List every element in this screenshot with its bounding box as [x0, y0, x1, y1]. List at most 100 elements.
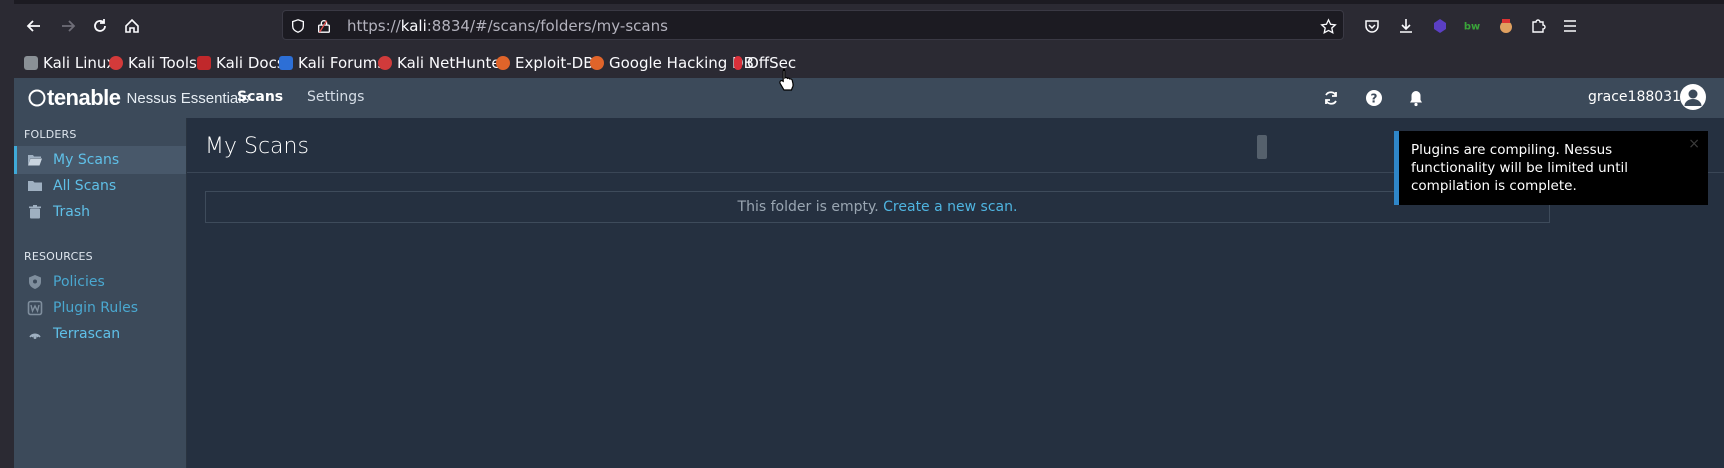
extension-green-button[interactable]: bw: [1456, 10, 1488, 42]
bookmark-exploit-db[interactable]: Exploit-DB: [496, 52, 594, 74]
bookmarks-toolbar: Kali Linux Kali Tools Kali Docs Kali For…: [14, 48, 1724, 78]
create-new-scan-link[interactable]: Create a new scan.: [883, 199, 1017, 215]
svg-text:?: ?: [1371, 92, 1378, 106]
resources-heading: RESOURCES: [24, 250, 93, 263]
toast-close-icon[interactable]: ×: [1688, 135, 1700, 153]
app-menu-button[interactable]: [1554, 10, 1586, 42]
back-button[interactable]: [18, 10, 50, 42]
sidebar-item-label: Plugin Rules: [53, 300, 139, 316]
kali-forums-icon: [279, 56, 293, 70]
nethunter-icon: [378, 56, 392, 70]
sidebar-item-plugin-rules[interactable]: Plugin Rules: [14, 294, 186, 322]
sidebar-item-policies[interactable]: Policies: [14, 268, 186, 296]
tenable-logo[interactable]: tenable Nessus Essentials: [28, 85, 250, 110]
url-scheme: https://: [347, 17, 401, 35]
folders-heading: FOLDERS: [24, 128, 77, 141]
home-icon: [125, 18, 139, 33]
nav-settings[interactable]: Settings: [307, 89, 364, 105]
refresh-icon[interactable]: [1321, 88, 1341, 108]
download-icon: [1400, 19, 1412, 33]
plugin-rules-icon: [27, 300, 43, 316]
svg-text:bw: bw: [1464, 22, 1480, 33]
offsec-icon: [734, 56, 742, 70]
bookmark-kali-linux[interactable]: Kali Linux: [24, 52, 115, 74]
home-button[interactable]: [116, 10, 148, 42]
bookmark-kali-tools[interactable]: Kali Tools: [109, 52, 197, 74]
bookmark-star-icon[interactable]: [1319, 17, 1337, 35]
forward-button[interactable]: [52, 10, 84, 42]
bookmark-label: Kali Docs: [216, 54, 285, 72]
help-icon[interactable]: ?: [1364, 88, 1384, 108]
puzzle-icon: [1532, 19, 1546, 33]
empty-folder-message: This folder is empty. Create a new scan.: [205, 191, 1550, 223]
url-path: :8834/#/scans/folders/my-scans: [426, 17, 668, 35]
sidebar-item-label: Terrascan: [53, 326, 121, 342]
browser-navbar: https://kali:8834/#/scans/folders/my-sca…: [14, 4, 1724, 48]
pocket-button[interactable]: [1356, 10, 1388, 42]
sidebar-item-trash[interactable]: Trash: [14, 198, 186, 226]
shield-icon: [27, 274, 43, 290]
hamburger-menu-icon: [1564, 20, 1576, 32]
cookie-extension-icon: [1500, 19, 1512, 33]
plugin-compiling-toast: Plugins are compiling. Nessus functional…: [1394, 131, 1708, 205]
bookmark-kali-forums[interactable]: Kali Forums: [279, 52, 385, 74]
notifications-bell-icon[interactable]: [1406, 88, 1426, 108]
folder-icon: [27, 178, 43, 194]
sidebar-item-all-scans[interactable]: All Scans: [14, 172, 186, 200]
exploit-db-icon: [496, 56, 510, 70]
bookmark-label: Kali Linux: [43, 54, 116, 72]
address-bar[interactable]: https://kali:8834/#/scans/folders/my-sca…: [282, 10, 1344, 40]
hand-pointer-cursor-icon: [779, 68, 794, 91]
left-window-edge: [0, 0, 15, 468]
extension-purple-button[interactable]: [1424, 10, 1456, 42]
pocket-icon: [1365, 20, 1379, 33]
url-host: kali: [400, 17, 427, 35]
bookmark-kali-docs[interactable]: Kali Docs: [197, 52, 285, 74]
new-scan-button-partial[interactable]: [1257, 135, 1267, 159]
green-bw-extension-icon: bw: [1464, 22, 1480, 33]
empty-folder-text: This folder is empty.: [737, 199, 879, 215]
sidebar: FOLDERS My Scans All Scans Trash RESOURC…: [14, 118, 187, 468]
bookmark-label: Exploit-DB: [515, 54, 594, 72]
kali-docs-icon: [197, 56, 211, 70]
bookmark-label: Kali Tools: [128, 54, 197, 72]
brand-name: tenable: [47, 85, 121, 110]
sidebar-item-terrascan[interactable]: Terrascan: [14, 320, 186, 348]
downloads-button[interactable]: [1390, 10, 1422, 42]
browser-chrome: https://kali:8834/#/scans/folders/my-sca…: [14, 0, 1724, 78]
sidebar-item-label: Policies: [53, 274, 105, 290]
username[interactable]: grace188031: [1588, 89, 1681, 105]
trash-icon: [27, 204, 43, 220]
arrow-left-icon: [26, 20, 40, 32]
reload-button[interactable]: [84, 10, 116, 42]
app-top-nav: tenable Nessus Essentials Scans Settings…: [14, 78, 1724, 118]
bookmark-label: Kali Forums: [298, 54, 386, 72]
extensions-button[interactable]: [1522, 10, 1554, 42]
sidebar-item-label: Trash: [53, 204, 90, 220]
bookmark-label: Kali NetHunter: [397, 54, 507, 72]
nav-scans[interactable]: Scans: [237, 89, 283, 105]
sidebar-item-label: All Scans: [53, 178, 117, 194]
ghdb-icon: [590, 56, 604, 70]
page-title: My Scans: [205, 134, 309, 159]
url-text: https://kali:8834/#/scans/folders/my-sca…: [347, 17, 668, 35]
reload-icon: [94, 19, 106, 32]
kali-tools-icon: [109, 56, 123, 70]
arrow-right-icon: [62, 20, 76, 32]
bookmark-label: Google Hacking DB: [609, 54, 754, 72]
folder-open-icon: [27, 152, 43, 168]
purple-cube-extension-icon: [1434, 19, 1446, 33]
sidebar-item-my-scans[interactable]: My Scans: [14, 146, 186, 174]
user-avatar-icon[interactable]: [1680, 84, 1706, 110]
bookmark-kali-nethunter[interactable]: Kali NetHunter: [378, 52, 507, 74]
terrascan-icon: [27, 326, 43, 342]
lock-icon[interactable]: [315, 17, 333, 35]
toast-message: Plugins are compiling. Nessus functional…: [1411, 142, 1629, 194]
tracking-shield-icon[interactable]: [289, 17, 307, 35]
extension-cookie-button[interactable]: [1490, 10, 1522, 42]
sidebar-item-label: My Scans: [53, 152, 120, 168]
product-name: Nessus Essentials: [126, 89, 250, 107]
tenable-ring-icon: [28, 89, 46, 107]
kali-dragon-icon: [24, 56, 38, 70]
bookmark-google-hacking-db[interactable]: Google Hacking DB: [590, 52, 754, 74]
